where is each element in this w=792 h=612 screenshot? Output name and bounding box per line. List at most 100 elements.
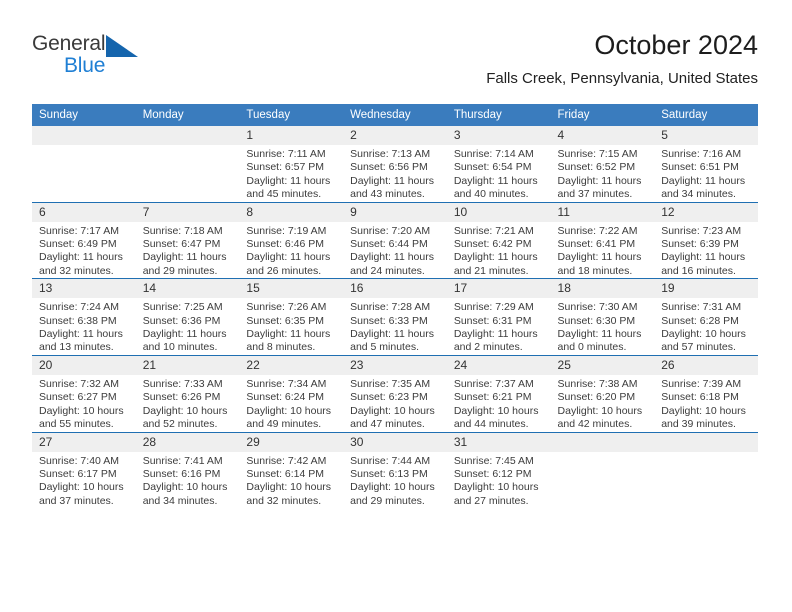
day-number: 17 [446, 279, 551, 299]
general-blue-logo[interactable]: General Blue [32, 32, 152, 86]
calendar-day-cell[interactable]: 12 Sunrise: 7:23 AM Sunset: 6:39 PM Dayligh… [654, 201, 758, 279]
calendar-day-cell[interactable]: 27 Sunrise: 7:40 AM Sunset: 6:17 PM Dayligh… [32, 431, 136, 509]
daylight-text-line1: Daylight: 11 hours [661, 174, 746, 187]
calendar-day-cell[interactable]: 2 Sunrise: 7:13 AM Sunset: 6:56 PM Daylight… [343, 126, 447, 202]
calendar-day-cell[interactable]: 11 Sunrise: 7:22 AM Sunset: 6:41 PM Dayligh… [550, 201, 655, 279]
calendar-day-cell[interactable]: 23 Sunrise: 7:35 AM Sunset: 6:23 PM Dayligh… [343, 354, 447, 432]
calendar-day-cell[interactable]: 5 Sunrise: 7:16 AM Sunset: 6:51 PM Daylight… [654, 126, 758, 202]
day-details: Sunrise: 7:26 AM Sunset: 6:35 PM Daylight:… [239, 298, 343, 355]
calendar-day-cell[interactable]: 8 Sunrise: 7:19 AM Sunset: 6:46 PM Daylight… [239, 201, 344, 279]
sunset-text: Sunset: 6:46 PM [246, 238, 325, 251]
day-details: Sunrise: 7:32 AM Sunset: 6:27 PM Daylight:… [32, 375, 136, 432]
calendar-day-cell[interactable]: 17 Sunrise: 7:29 AM Sunset: 6:31 PM Dayligh… [446, 278, 551, 356]
daylight-text-line1: Daylight: 11 hours [246, 328, 331, 341]
calendar-day-cell[interactable]: 22 Sunrise: 7:34 AM Sunset: 6:24 PM Dayligh… [239, 354, 344, 432]
daylight-text-line1: Daylight: 10 hours [39, 481, 124, 494]
sunset-text: Sunset: 6:44 PM [350, 238, 428, 251]
sunrise-text: Sunrise: 7:37 AM [453, 377, 534, 390]
daylight-text-line2: and 5 minutes. [350, 341, 419, 354]
day-number: 30 [343, 432, 447, 452]
calendar-day-cell[interactable]: 16 Sunrise: 7:28 AM Sunset: 6:33 PM Dayligh… [343, 278, 447, 356]
daylight-text-line1: Daylight: 11 hours [557, 174, 642, 187]
calendar-day-cell[interactable]: 25 Sunrise: 7:38 AM Sunset: 6:20 PM Dayligh… [550, 354, 655, 432]
day-details: Sunrise: 7:35 AM Sunset: 6:23 PM Daylight:… [343, 375, 447, 432]
day-details: Sunrise: 7:13 AM Sunset: 6:56 PM Daylight:… [343, 145, 447, 202]
calendar-day-cell-empty [135, 126, 240, 202]
sunset-text: Sunset: 6:27 PM [39, 391, 117, 404]
calendar-day-cell[interactable]: 28 Sunrise: 7:41 AM Sunset: 6:16 PM Dayligh… [135, 431, 240, 509]
daylight-text-line1: Daylight: 10 hours [142, 481, 228, 494]
daylight-text-line2: and 45 minutes. [246, 188, 322, 201]
calendar-day-cell[interactable]: 3 Sunrise: 7:14 AM Sunset: 6:54 PM Daylight… [446, 126, 551, 202]
sunset-text: Sunset: 6:24 PM [246, 391, 325, 404]
daylight-text-line2: and 24 minutes. [350, 264, 425, 277]
day-number: 26 [654, 355, 758, 375]
daylight-text-line1: Daylight: 10 hours [453, 481, 539, 494]
sunset-text: Sunset: 6:57 PM [246, 161, 325, 174]
daylight-text-line2: and 52 minutes. [142, 418, 218, 431]
daylight-text-line1: Daylight: 10 hours [557, 404, 643, 417]
sunset-text: Sunset: 6:18 PM [661, 391, 739, 404]
daylight-text-line2: and 37 minutes. [39, 494, 114, 507]
sunset-text: Sunset: 6:30 PM [557, 314, 636, 327]
daylight-text-line2: and 43 minutes. [350, 188, 425, 201]
calendar-day-cell[interactable]: 21 Sunrise: 7:33 AM Sunset: 6:26 PM Dayligh… [135, 354, 240, 432]
day-details: Sunrise: 7:41 AM Sunset: 6:16 PM Daylight:… [136, 452, 240, 509]
calendar-day-cell[interactable]: 26 Sunrise: 7:39 AM Sunset: 6:18 PM Dayligh… [654, 354, 758, 432]
day-number [32, 126, 136, 145]
calendar-day-cell[interactable]: 1 Sunrise: 7:11 AM Sunset: 6:57 PM Daylight… [239, 126, 344, 202]
day-number: 31 [446, 432, 551, 452]
calendar-day-cell[interactable]: 24 Sunrise: 7:37 AM Sunset: 6:21 PM Dayligh… [446, 354, 551, 432]
calendar-day-cell[interactable]: 9 Sunrise: 7:20 AM Sunset: 6:44 PM Daylight… [343, 201, 447, 279]
calendar-day-cell[interactable]: 18 Sunrise: 7:30 AM Sunset: 6:30 PM Dayligh… [550, 278, 655, 356]
calendar-day-cell[interactable]: 30 Sunrise: 7:44 AM Sunset: 6:13 PM Dayligh… [343, 431, 447, 509]
calendar-day-cell[interactable]: 20 Sunrise: 7:32 AM Sunset: 6:27 PM Dayligh… [32, 354, 136, 432]
day-number: 29 [239, 432, 344, 452]
sunrise-text: Sunrise: 7:19 AM [246, 224, 327, 237]
calendar-week-row: 27 Sunrise: 7:40 AM Sunset: 6:17 PM Dayligh… [32, 431, 758, 509]
day-number: 2 [343, 126, 447, 145]
sunrise-text: Sunrise: 7:21 AM [453, 224, 534, 237]
calendar-day-cell[interactable]: 10 Sunrise: 7:21 AM Sunset: 6:42 PM Dayligh… [446, 201, 551, 279]
sunrise-text: Sunrise: 7:45 AM [453, 454, 534, 467]
calendar-day-cell[interactable]: 31 Sunrise: 7:45 AM Sunset: 6:12 PM Dayligh… [446, 431, 551, 509]
sunset-text: Sunset: 6:47 PM [142, 238, 221, 251]
day-number: 14 [135, 279, 240, 299]
daylight-text-line2: and 34 minutes. [142, 494, 218, 507]
daylight-text-line1: Daylight: 10 hours [350, 404, 435, 417]
calendar-day-cell[interactable]: 14 Sunrise: 7:25 AM Sunset: 6:36 PM Dayligh… [135, 278, 240, 356]
day-number: 9 [343, 202, 447, 222]
day-details: Sunrise: 7:45 AM Sunset: 6:12 PM Daylight:… [447, 452, 551, 509]
daylight-text-line2: and 34 minutes. [661, 188, 736, 201]
calendar-day-cell[interactable]: 7 Sunrise: 7:18 AM Sunset: 6:47 PM Daylight… [135, 201, 240, 279]
daylight-text-line2: and 13 minutes. [39, 341, 114, 354]
daylight-text-line2: and 37 minutes. [557, 188, 633, 201]
calendar-week-row: 1 Sunrise: 7:11 AM Sunset: 6:57 PM Daylight… [32, 126, 758, 202]
calendar-day-cell[interactable]: 4 Sunrise: 7:15 AM Sunset: 6:52 PM Daylight… [550, 126, 655, 202]
sunset-text: Sunset: 6:16 PM [142, 467, 221, 480]
day-details: Sunrise: 7:30 AM Sunset: 6:30 PM Daylight:… [551, 298, 655, 355]
daylight-text-line1: Daylight: 11 hours [350, 328, 434, 341]
sunrise-text: Sunrise: 7:42 AM [246, 454, 327, 467]
calendar-week-row: 13 Sunrise: 7:24 AM Sunset: 6:38 PM Dayligh… [32, 278, 758, 356]
day-number: 21 [135, 355, 240, 375]
calendar-day-cell[interactable]: 29 Sunrise: 7:42 AM Sunset: 6:14 PM Dayligh… [239, 431, 344, 509]
sunset-text: Sunset: 6:20 PM [557, 391, 636, 404]
day-number: 4 [550, 126, 655, 145]
day-details: Sunrise: 7:18 AM Sunset: 6:47 PM Daylight:… [136, 222, 240, 279]
calendar-day-cell[interactable]: 13 Sunrise: 7:24 AM Sunset: 6:38 PM Dayligh… [32, 278, 136, 356]
day-details: Sunrise: 7:28 AM Sunset: 6:33 PM Daylight:… [343, 298, 447, 355]
sunset-text: Sunset: 6:33 PM [350, 314, 428, 327]
day-number: 8 [239, 202, 344, 222]
day-number: 24 [446, 355, 551, 375]
calendar-day-cell[interactable]: 19 Sunrise: 7:31 AM Sunset: 6:28 PM Dayligh… [654, 278, 758, 356]
calendar-day-cell[interactable]: 6 Sunrise: 7:17 AM Sunset: 6:49 PM Daylight… [32, 201, 136, 279]
daylight-text-line2: and 42 minutes. [557, 418, 633, 431]
calendar-page: General Blue October 2024 Falls Creek, P… [0, 0, 792, 612]
sunrise-text: Sunrise: 7:30 AM [557, 301, 638, 314]
sunrise-text: Sunrise: 7:25 AM [142, 301, 223, 314]
sunrise-text: Sunrise: 7:35 AM [350, 377, 431, 390]
daylight-text-line1: Daylight: 11 hours [246, 174, 331, 187]
calendar-day-cell[interactable]: 15 Sunrise: 7:26 AM Sunset: 6:35 PM Dayligh… [239, 278, 344, 356]
sunset-text: Sunset: 6:13 PM [350, 467, 428, 480]
